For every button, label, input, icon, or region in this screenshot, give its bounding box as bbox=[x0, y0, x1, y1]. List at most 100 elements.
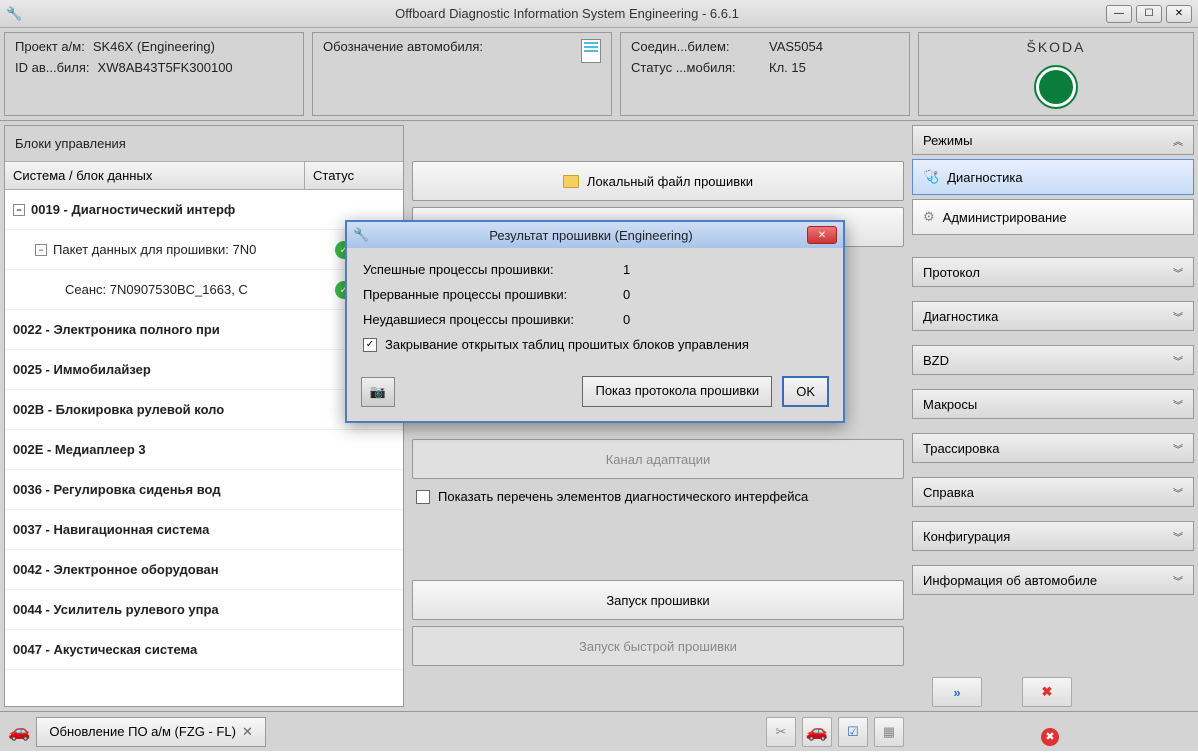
section-header[interactable]: BZD︾ bbox=[912, 345, 1194, 375]
section-label: Диагностика bbox=[923, 309, 998, 324]
modes-title: Режимы bbox=[923, 133, 972, 148]
dialog-icon: 🔧 bbox=[353, 227, 369, 243]
tool-cut-button[interactable]: ✂ bbox=[766, 717, 796, 747]
tree-row-label: 0044 - Усилитель рулевого упра bbox=[13, 602, 219, 617]
start-flashing-label: Запуск прошивки bbox=[606, 593, 709, 608]
car-icon[interactable]: 🚗 bbox=[8, 721, 30, 742]
tree-row[interactable]: 0042 - Электронное оборудован bbox=[5, 550, 403, 590]
start-flashing-button[interactable]: Запуск прошивки bbox=[412, 580, 904, 620]
tree-row[interactable]: 0022 - Электроника полного при bbox=[5, 310, 403, 350]
camera-icon: 📷 bbox=[370, 384, 386, 400]
window-title: Offboard Diagnostic Information System E… bbox=[28, 6, 1106, 21]
section-label: Протокол bbox=[923, 265, 980, 280]
section-header[interactable]: Справка︾ bbox=[912, 477, 1194, 507]
show-elements-label: Показать перечень элементов диагностичес… bbox=[438, 489, 808, 504]
adaptation-channel-button[interactable]: Канал адаптации bbox=[412, 439, 904, 479]
tree-row-label: Пакет данных для прошивки: 7N0 bbox=[53, 242, 256, 257]
dialog-close-button[interactable]: ✕ bbox=[807, 226, 837, 244]
tree-row[interactable]: −0019 - Диагностический интерф bbox=[5, 190, 403, 230]
cancel-button[interactable]: ✖ bbox=[1022, 677, 1072, 707]
tree-row-label: Сеанс: 7N0907530BC_1663, С bbox=[65, 282, 248, 297]
col-system[interactable]: Система / блок данных bbox=[5, 162, 305, 189]
col-status[interactable]: Статус bbox=[305, 162, 403, 189]
dialog-body: Успешные процессы прошивки: 1 Прерванные… bbox=[347, 248, 843, 366]
forward-button[interactable]: » bbox=[932, 677, 982, 707]
maximize-button[interactable]: ☐ bbox=[1136, 5, 1162, 23]
tree-row-label: 0042 - Электронное оборудован bbox=[13, 562, 219, 577]
control-units-panel: Блоки управления Система / блок данных С… bbox=[4, 125, 404, 707]
section-header[interactable]: Информация об автомобиле︾ bbox=[912, 565, 1194, 595]
connection-label: Соедин...билем: bbox=[631, 39, 761, 54]
tree-row-label: 0037 - Навигационная система bbox=[13, 522, 209, 537]
tree-row[interactable]: 002B - Блокировка рулевой коло bbox=[5, 390, 403, 430]
show-elements-row[interactable]: Показать перечень элементов диагностичес… bbox=[412, 485, 904, 508]
section-header[interactable]: Макросы ︾ bbox=[912, 389, 1194, 419]
screenshot-button[interactable]: 📷 bbox=[361, 377, 395, 407]
dialog-titlebar: 🔧 Результат прошивки (Engineering) ✕ bbox=[347, 222, 843, 248]
project-value: SK46X (Engineering) bbox=[93, 39, 215, 54]
close-tables-checkbox[interactable]: ✓ bbox=[363, 338, 377, 352]
mode-administration-label: Администрирование bbox=[943, 210, 1067, 225]
dialog-buttons: 📷 Показ протокола прошивки OK bbox=[347, 366, 843, 421]
chevron-down-icon: ︾ bbox=[1173, 441, 1183, 456]
tool-grid-button[interactable]: ▦ bbox=[874, 717, 904, 747]
section-label: Справка bbox=[923, 485, 974, 500]
gear-icon: ⚙ bbox=[923, 209, 935, 225]
tree-row-label: 0036 - Регулировка сиденья вод bbox=[13, 482, 221, 497]
tree-row-label: 0022 - Электроника полного при bbox=[13, 322, 220, 337]
notepad-icon[interactable] bbox=[581, 39, 601, 63]
stethoscope-icon: 🩺 bbox=[923, 169, 939, 185]
error-indicator-icon[interactable]: ✖ bbox=[1041, 728, 1059, 746]
bottom-tab[interactable]: Обновление ПО а/м (FZG - FL) ✕ bbox=[36, 717, 265, 747]
section-header[interactable]: Конфигурация︾ bbox=[912, 521, 1194, 551]
ok-button[interactable]: OK bbox=[782, 376, 829, 407]
mode-administration[interactable]: ⚙ Администрирование bbox=[912, 199, 1194, 235]
quick-flashing-button[interactable]: Запуск быстрой прошивки bbox=[412, 626, 904, 666]
expand-icon[interactable]: − bbox=[13, 204, 25, 216]
control-units-tree[interactable]: −0019 - Диагностический интерф−Пакет дан… bbox=[5, 190, 403, 706]
local-file-button[interactable]: Локальный файл прошивки bbox=[412, 161, 904, 201]
tree-row[interactable]: 0036 - Регулировка сиденья вод bbox=[5, 470, 403, 510]
tree-row[interactable]: 0044 - Усилитель рулевого упра bbox=[5, 590, 403, 630]
show-elements-checkbox[interactable] bbox=[416, 490, 430, 504]
close-button[interactable]: ✕ bbox=[1166, 5, 1192, 23]
tree-row[interactable]: 002E - Медиаплеер 3 bbox=[5, 430, 403, 470]
local-file-label: Локальный файл прошивки bbox=[587, 174, 753, 189]
modes-header[interactable]: Режимы ︽ bbox=[912, 125, 1194, 155]
brand-logo-box: ŠKODA bbox=[918, 32, 1194, 116]
chevron-down-icon: ︾ bbox=[1173, 397, 1183, 412]
tree-row-label: 0019 - Диагностический интерф bbox=[31, 202, 235, 217]
tree-row[interactable]: −Пакет данных для прошивки: 7N0✓ bbox=[5, 230, 403, 270]
section-header[interactable]: Протокол︾ bbox=[912, 257, 1194, 287]
close-tables-label: Закрывание открытых таблиц прошитых блок… bbox=[385, 337, 749, 352]
show-protocol-button[interactable]: Показ протокола прошивки bbox=[582, 376, 772, 407]
info-strip: Проект а/м: SK46X (Engineering) ID ав...… bbox=[0, 28, 1198, 121]
tree-row[interactable]: 0037 - Навигационная система bbox=[5, 510, 403, 550]
tree-row[interactable]: 0025 - Иммобилайзер bbox=[5, 350, 403, 390]
section-label: Макросы bbox=[923, 397, 977, 412]
section-header[interactable]: Диагностика ︾ bbox=[912, 301, 1194, 331]
minimize-button[interactable]: — bbox=[1106, 5, 1132, 23]
tree-row[interactable]: Сеанс: 7N0907530BC_1663, С✓ bbox=[5, 270, 403, 310]
tool-car-button[interactable]: 🚗 bbox=[802, 717, 832, 747]
flash-result-dialog: 🔧 Результат прошивки (Engineering) ✕ Усп… bbox=[345, 220, 845, 423]
vehicle-id-value: XW8AB43T5FK300100 bbox=[98, 60, 233, 75]
section-header[interactable]: Трассировка︾ bbox=[912, 433, 1194, 463]
failed-value: 0 bbox=[623, 312, 630, 327]
tree-row-label: 002B - Блокировка рулевой коло bbox=[13, 402, 224, 417]
expand-icon[interactable]: − bbox=[35, 244, 47, 256]
connection-value: VAS5054 bbox=[769, 39, 823, 54]
tool-check-button[interactable]: ☑ bbox=[838, 717, 868, 747]
tree-row[interactable]: 0047 - Акустическая система bbox=[5, 630, 403, 670]
close-tables-row[interactable]: ✓ Закрывание открытых таблиц прошитых бл… bbox=[363, 337, 827, 352]
dialog-title: Результат прошивки (Engineering) bbox=[375, 228, 807, 243]
aborted-value: 0 bbox=[623, 287, 630, 302]
folder-icon bbox=[563, 175, 579, 188]
control-units-title: Блоки управления bbox=[5, 126, 403, 161]
section-label: Конфигурация bbox=[923, 529, 1010, 544]
mode-diagnostics[interactable]: 🩺 Диагностика bbox=[912, 159, 1194, 195]
aborted-label: Прерванные процессы прошивки: bbox=[363, 287, 623, 302]
chevron-down-icon: ︾ bbox=[1173, 573, 1183, 588]
close-tab-icon[interactable]: ✕ bbox=[242, 724, 253, 740]
chevron-down-icon: ︾ bbox=[1173, 309, 1183, 324]
